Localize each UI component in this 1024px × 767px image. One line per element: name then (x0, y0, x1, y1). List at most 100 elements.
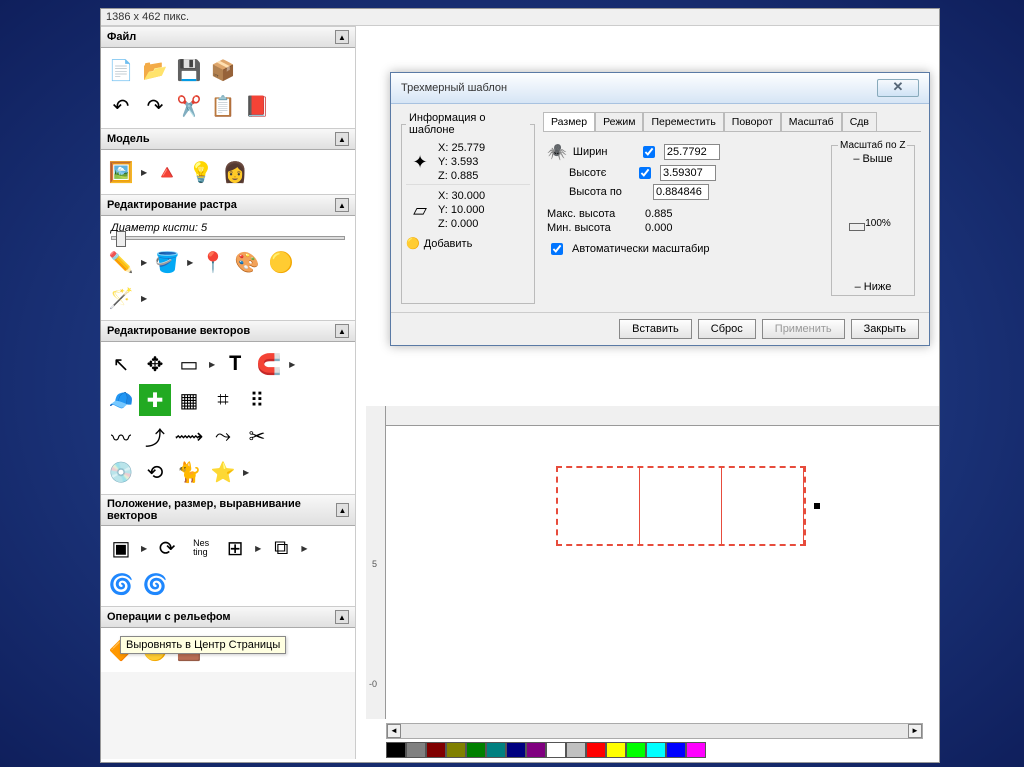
cap-tool[interactable]: 🧢 (105, 384, 137, 416)
collapse-icon[interactable]: ▲ (335, 30, 349, 44)
collapse-icon[interactable]: ▲ (335, 132, 349, 146)
expand-arrow-icon[interactable]: ▶ (289, 360, 295, 369)
color-swatch[interactable] (666, 742, 686, 758)
insert-button[interactable]: Вставить (619, 319, 692, 339)
curve-tool[interactable]: 〰 (105, 420, 137, 452)
height-checkbox[interactable] (639, 167, 651, 179)
spiral-tool-1[interactable]: 🌀 (105, 568, 137, 600)
color-swatch[interactable] (406, 742, 426, 758)
expand-arrow-icon[interactable]: ▶ (209, 360, 215, 369)
panel-relief-header[interactable]: Операции с рельефом ▲ (101, 606, 355, 628)
nesting-tool[interactable]: Nesting (185, 532, 217, 564)
undo-button[interactable]: ↶ (105, 90, 137, 122)
color-swatch[interactable] (566, 742, 586, 758)
expand-arrow-icon[interactable]: ▶ (301, 544, 307, 553)
tab-scale[interactable]: Масштаб (781, 112, 842, 131)
expand-arrow-icon[interactable]: ▶ (187, 258, 193, 267)
collapse-icon[interactable]: ▲ (335, 610, 349, 624)
color-swatch[interactable] (606, 742, 626, 758)
expand-arrow-icon[interactable]: ▶ (141, 258, 147, 267)
open-file-button[interactable]: 📂 (139, 54, 171, 86)
height-input[interactable] (660, 165, 716, 181)
reset-button[interactable]: Сброс (698, 319, 756, 339)
grid-tool[interactable]: ▦ (173, 384, 205, 416)
panel-file-header[interactable]: Файл ▲ (101, 26, 355, 48)
copy-button[interactable]: 📋 (207, 90, 239, 122)
model-tool-4[interactable]: 👩 (219, 156, 251, 188)
expand-arrow-icon[interactable]: ▶ (141, 544, 147, 553)
arc-tool[interactable]: ⤴ (139, 420, 171, 452)
pencil-tool[interactable]: ✏️ (105, 246, 137, 278)
z-slider-thumb[interactable] (849, 223, 865, 231)
horizontal-scrollbar[interactable]: ◄ ► (386, 723, 923, 739)
resize-handle[interactable] (814, 503, 820, 509)
width-checkbox[interactable] (643, 146, 655, 158)
collapse-icon[interactable]: ▲ (336, 503, 349, 517)
expand-arrow-icon[interactable]: ▶ (255, 544, 261, 553)
rect-tool[interactable]: ▭ (173, 348, 205, 380)
model-tool-2[interactable]: 🔺 (151, 156, 183, 188)
save-file-button[interactable]: 💾 (173, 54, 205, 86)
color-swatch[interactable] (626, 742, 646, 758)
panel-raster-header[interactable]: Редактирование растра ▲ (101, 194, 355, 216)
collapse-icon[interactable]: ▲ (335, 324, 349, 338)
color-swatch[interactable] (426, 742, 446, 758)
new-file-button[interactable]: 📄 (105, 54, 137, 86)
close-button[interactable]: ✕ (877, 79, 919, 97)
color-swatch[interactable] (386, 742, 406, 758)
star-tool[interactable]: ⭐ (207, 456, 239, 488)
magnet-tool[interactable]: 🧲 (253, 348, 285, 380)
auto-scale-checkbox[interactable] (551, 243, 563, 255)
expand-arrow-icon[interactable]: ▶ (243, 468, 249, 477)
move-tool[interactable]: ✥ (139, 348, 171, 380)
expand-arrow-icon[interactable]: ▶ (141, 168, 147, 177)
align-center-tool[interactable]: ▣ (105, 532, 137, 564)
tab-move[interactable]: Переместить (643, 112, 723, 131)
text-tool[interactable]: 𝐓 (219, 348, 251, 380)
spiral-tool-2[interactable]: 🌀 (139, 568, 171, 600)
model-tool-1[interactable]: 🖼️ (105, 156, 137, 188)
slider-thumb[interactable] (116, 231, 126, 247)
tab-shift[interactable]: Сдв (842, 112, 877, 131)
color-swatch[interactable] (466, 742, 486, 758)
color-swatch[interactable] (546, 742, 566, 758)
canvas[interactable] (386, 426, 923, 719)
scissors-tool[interactable]: ✂ (241, 420, 273, 452)
wand-tool[interactable]: 🪄 (105, 282, 137, 314)
path-tool[interactable]: ⟿ (173, 420, 205, 452)
panel-vectors-header[interactable]: Редактирование векторов ▲ (101, 320, 355, 342)
color-swatch[interactable] (646, 742, 666, 758)
scroll-right-button[interactable]: ► (908, 724, 922, 738)
collapse-icon[interactable]: ▲ (335, 198, 349, 212)
cut-button[interactable]: ✂️ (173, 90, 205, 122)
tab-rotate[interactable]: Поворот (724, 112, 781, 131)
panel-model-header[interactable]: Модель ▲ (101, 128, 355, 150)
disc-tool[interactable]: 💿 (105, 456, 137, 488)
brush-size-slider[interactable] (111, 236, 345, 240)
color-swatch[interactable] (506, 742, 526, 758)
drawn-object[interactable] (556, 466, 806, 546)
layout-tool[interactable]: ⊞ (219, 532, 251, 564)
redo-button[interactable]: ↷ (139, 90, 171, 122)
select-tool[interactable]: ↖ (105, 348, 137, 380)
height-by-input[interactable] (653, 184, 709, 200)
export-button[interactable]: 📦 (207, 54, 239, 86)
dialog-titlebar[interactable]: Трехмерный шаблон ✕ (391, 73, 929, 104)
add-button[interactable]: 🟡 Добавить (406, 237, 530, 250)
group-tool[interactable]: ⧉ (265, 532, 297, 564)
trace-tool[interactable]: ⟲ (139, 456, 171, 488)
palette-tool[interactable]: 🎨 (231, 246, 263, 278)
plus-tool[interactable]: ✚ (139, 384, 171, 416)
tab-size[interactable]: Размер (543, 112, 595, 131)
bucket-tool[interactable]: 🪣 (151, 246, 183, 278)
width-input[interactable] (664, 144, 720, 160)
dots-tool[interactable]: ⠿ (241, 384, 273, 416)
color-swatch[interactable] (586, 742, 606, 758)
expand-arrow-icon[interactable]: ▶ (141, 294, 147, 303)
tab-mode[interactable]: Режим (595, 112, 643, 131)
sculpt-tool[interactable]: 🟡 (265, 246, 297, 278)
outline-tool[interactable]: 🐈 (173, 456, 205, 488)
color-swatch[interactable] (486, 742, 506, 758)
paste-button[interactable]: 📕 (241, 90, 273, 122)
close-dialog-button[interactable]: Закрыть (851, 319, 919, 339)
